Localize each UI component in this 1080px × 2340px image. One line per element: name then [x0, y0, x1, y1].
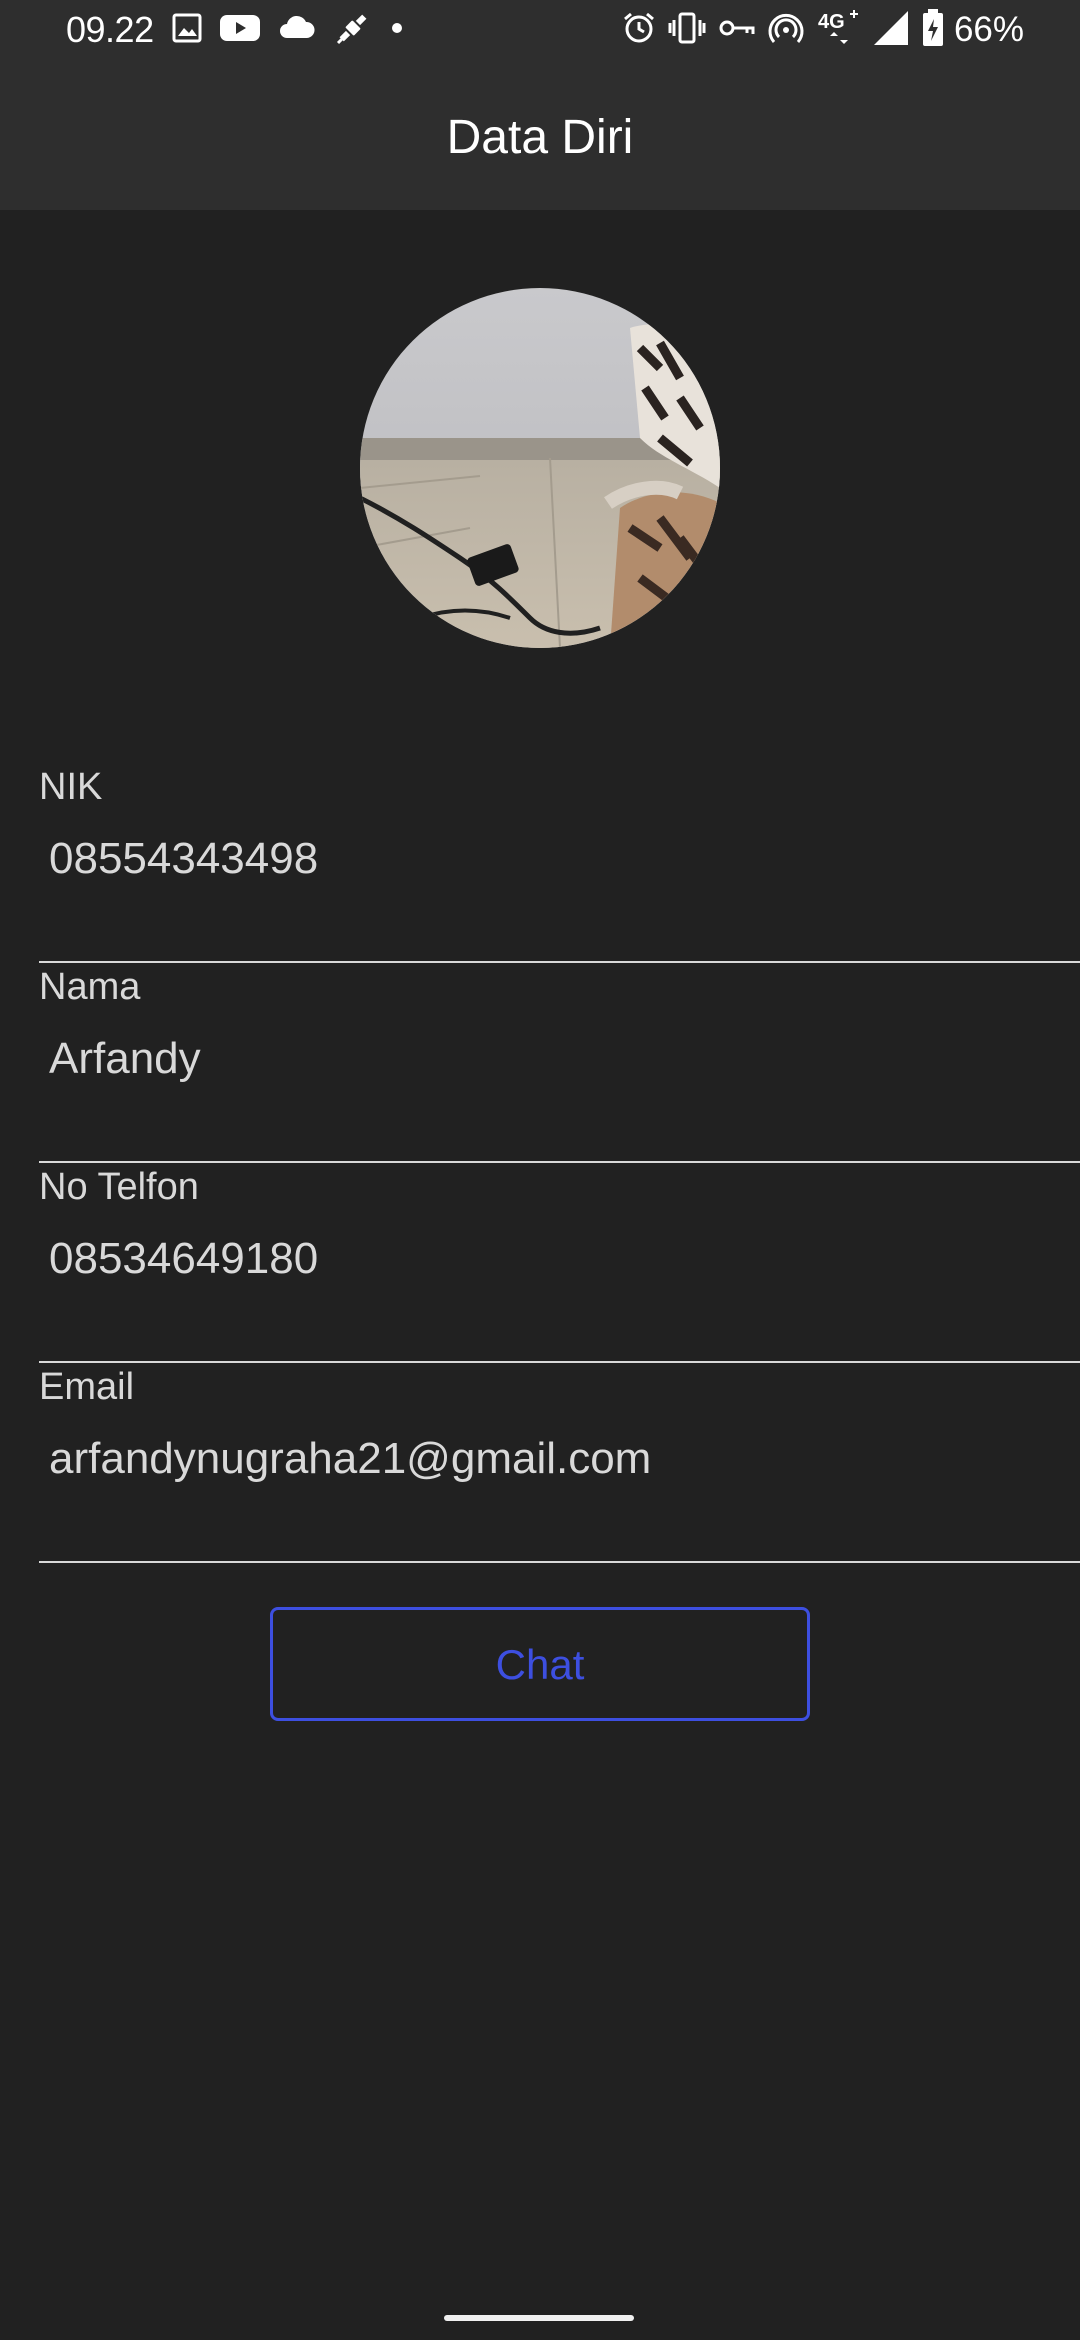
cloud-icon — [278, 14, 316, 47]
field-value-phone[interactable]: 08534649180 — [49, 1231, 318, 1287]
dot-icon — [390, 21, 404, 40]
page-title: Data Diri — [446, 111, 634, 164]
status-bar: 09.22 4G 66% — [0, 0, 1080, 60]
status-time: 09.22 — [66, 9, 154, 50]
field-label-nama: Nama — [39, 966, 141, 1008]
status-left: 09.22 — [66, 8, 404, 52]
profile-photo — [360, 288, 720, 648]
alarm-icon — [622, 11, 656, 50]
divider — [39, 1561, 1080, 1563]
avatar[interactable] — [360, 288, 720, 648]
field-value-email[interactable]: arfandynugraha21@gmail.com — [49, 1431, 651, 1487]
field-phone: No Telfon 08534649180 — [39, 1163, 1080, 1363]
network-4g-icon: 4G — [816, 8, 860, 53]
field-label-email: Email — [39, 1366, 135, 1408]
app-bar: Data Diri — [0, 60, 1080, 210]
field-value-nik[interactable]: 08554343498 — [49, 831, 318, 887]
battery-percent: 66% — [953, 10, 1024, 49]
status-right: 4G 66% — [610, 8, 1024, 52]
battery-icon — [922, 8, 944, 52]
field-nik: NIK 08554343498 — [39, 763, 1080, 963]
vpn-key-icon — [718, 16, 756, 45]
image-icon — [172, 13, 202, 48]
field-email: Email arfandynugraha21@gmail.com — [39, 1363, 1080, 1563]
field-nama: Nama Arfandy — [39, 963, 1080, 1163]
vibrate-icon — [668, 12, 706, 49]
field-label-nik: NIK — [39, 766, 103, 808]
satellite-icon — [334, 9, 372, 52]
signal-icon — [872, 9, 910, 52]
network-4g-text: 4G — [818, 11, 845, 33]
home-indicator[interactable] — [444, 2315, 634, 2321]
chat-button[interactable]: Chat — [270, 1607, 810, 1721]
youtube-icon — [219, 13, 260, 48]
hotspot-icon — [768, 10, 804, 51]
field-label-phone: No Telfon — [39, 1166, 199, 1208]
field-value-nama[interactable]: Arfandy — [49, 1031, 201, 1087]
